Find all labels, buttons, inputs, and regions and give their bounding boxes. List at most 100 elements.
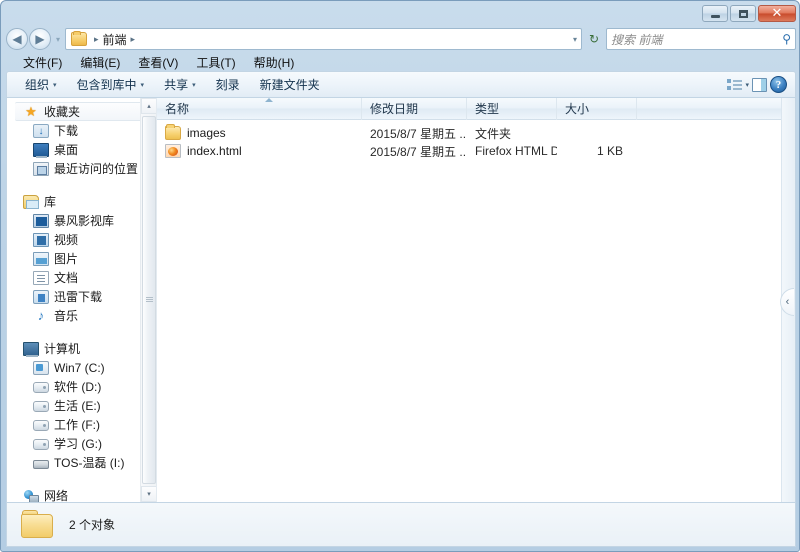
address-dropdown-icon[interactable]: ▾ xyxy=(573,35,577,44)
folder-icon xyxy=(165,124,181,140)
breadcrumb-separator-icon[interactable]: ▸ xyxy=(127,34,140,45)
file-rows: images 2015/8/7 星期五 ... 文件夹 index.html 2… xyxy=(157,120,795,160)
forward-icon: ▶ xyxy=(35,32,45,46)
sidebar-item-drive-f[interactable]: 工作 (F:) xyxy=(7,415,156,434)
sidebar-item-label: 桌面 xyxy=(54,143,79,157)
sidebar-item-label: 暴风影视库 xyxy=(54,214,115,228)
sidebar-item-thunder-download[interactable]: 迅雷下载 xyxy=(7,287,156,306)
sidebar-item-network[interactable]: 网络 xyxy=(7,486,156,502)
column-header-row: 名称 修改日期 类型 大小 xyxy=(157,98,795,120)
column-header-size[interactable]: 大小 xyxy=(557,98,637,120)
menu-item-tools[interactable]: 工具(T) xyxy=(187,53,244,72)
sidebar-item-favorites[interactable]: 收藏夹 xyxy=(15,102,154,121)
breadcrumb-separator-icon: ▸ xyxy=(94,33,99,44)
folder-icon xyxy=(21,509,57,540)
star-icon xyxy=(23,105,39,119)
folder-icon xyxy=(71,31,87,46)
sidebar-item-recent-places[interactable]: 最近访问的位置 xyxy=(7,159,156,178)
table-row[interactable]: images 2015/8/7 星期五 ... 文件夹 xyxy=(157,124,795,142)
chevron-down-icon: ▾ xyxy=(140,81,145,89)
sidebar-item-drive-e[interactable]: 生活 (E:) xyxy=(7,396,156,415)
navigation-scrollbar[interactable]: ▴ ▾ xyxy=(140,98,156,502)
thunder-download-icon xyxy=(33,289,49,304)
maximize-icon xyxy=(738,9,748,18)
navigation-list: 收藏夹 下载 桌面 最近访问的位置 xyxy=(7,98,156,502)
toolbar-burn-button[interactable]: 刻录 xyxy=(206,74,250,95)
column-header-type[interactable]: 类型 xyxy=(467,98,557,120)
sidebar-item-label: 网络 xyxy=(44,489,69,502)
help-icon[interactable]: ? xyxy=(770,76,787,93)
sidebar-item-drive-g[interactable]: 学习 (G:) xyxy=(7,434,156,453)
file-size-cell: 1 KB xyxy=(596,144,623,158)
column-header-label: 类型 xyxy=(475,102,500,116)
sidebar-item-drive-i[interactable]: TOS-温磊 (I:) xyxy=(7,453,156,472)
chevron-up-icon: ▴ xyxy=(147,103,151,110)
toolbar-organize-button[interactable]: 组织 ▾ xyxy=(15,74,67,95)
toolbar-include-in-library-button[interactable]: 包含到库中 ▾ xyxy=(67,74,155,95)
breadcrumb-current-folder[interactable]: 前端 xyxy=(103,31,127,48)
sidebar-item-drive-d[interactable]: 软件 (D:) xyxy=(7,377,156,396)
forward-button[interactable]: ▶ xyxy=(29,28,51,50)
sidebar-item-drive-c[interactable]: Win7 (C:) xyxy=(7,358,156,377)
toolbar-share-button[interactable]: 共享 ▾ xyxy=(154,74,206,95)
sidebar-item-desktop[interactable]: 桌面 xyxy=(7,140,156,159)
firefox-html-icon xyxy=(165,144,181,158)
document-icon xyxy=(33,270,49,285)
history-dropdown-button[interactable]: ▾ xyxy=(51,35,65,44)
sidebar-item-label: 音乐 xyxy=(54,309,79,323)
toolbar-new-folder-button[interactable]: 新建文件夹 xyxy=(250,74,330,95)
computer-icon xyxy=(23,341,39,357)
menu-item-help[interactable]: 帮助(H) xyxy=(245,53,304,72)
toolbar-include-in-library-label: 包含到库中 xyxy=(76,78,137,92)
column-header-name[interactable]: 名称 xyxy=(157,98,362,120)
sidebar-item-label: 图片 xyxy=(54,252,79,266)
preview-pane-icon[interactable] xyxy=(752,77,767,92)
movie-library-icon xyxy=(33,213,49,228)
menu-item-file[interactable]: 文件(F) xyxy=(14,53,71,72)
recent-places-icon xyxy=(33,161,49,176)
file-date-cell: 2015/8/7 星期五 ... xyxy=(370,126,467,141)
refresh-button[interactable]: ↻ xyxy=(584,28,604,50)
sidebar-item-music[interactable]: 音乐 xyxy=(7,306,156,325)
explorer-window: ✕ ◀ ▶ ▾ ▸ 前端 ▸ ▾ ↻ 搜索 前端 ⚲ 文件(F) 编辑(E) 查… xyxy=(0,0,800,552)
sidebar-item-documents[interactable]: 文档 xyxy=(7,268,156,287)
scrollbar-thumb[interactable] xyxy=(142,116,156,484)
back-button[interactable]: ◀ xyxy=(6,28,28,50)
address-breadcrumb-bar[interactable]: ▸ 前端 ▸ ▾ xyxy=(65,28,582,50)
navigation-pane: 收藏夹 下载 桌面 最近访问的位置 xyxy=(7,98,157,502)
nav-group-libraries: 库 暴风影视库 视频 图片 文档 迅雷下载 ♪ 音乐 xyxy=(7,192,156,325)
file-name-cell[interactable]: index.html xyxy=(157,142,362,160)
sidebar-item-label: 学习 (G:) xyxy=(54,437,102,451)
sidebar-item-videos[interactable]: 视频 xyxy=(7,230,156,249)
sidebar-item-baofeng-library[interactable]: 暴风影视库 xyxy=(7,211,156,230)
close-button[interactable]: ✕ xyxy=(758,5,796,22)
chevron-down-icon: ▾ xyxy=(53,81,57,89)
maximize-button[interactable] xyxy=(730,5,756,22)
search-input[interactable]: 搜索 前端 ⚲ xyxy=(606,28,796,50)
chevron-down-icon[interactable]: ▾ xyxy=(745,81,749,89)
toolbar-right-group: ▾ ? xyxy=(727,76,795,93)
scroll-up-button[interactable]: ▴ xyxy=(141,98,156,114)
scroll-down-button[interactable]: ▾ xyxy=(141,486,156,502)
file-list-pane: 名称 修改日期 类型 大小 images 2015/8/7 星期五 ... 文件… xyxy=(157,98,795,502)
sidebar-item-label: 收藏夹 xyxy=(44,105,81,119)
minimize-button[interactable] xyxy=(702,5,728,22)
sidebar-item-downloads[interactable]: 下载 xyxy=(7,121,156,140)
file-name-cell[interactable]: images xyxy=(157,124,362,142)
menu-item-view[interactable]: 查看(V) xyxy=(129,53,187,72)
sidebar-item-label: Win7 (C:) xyxy=(54,360,105,375)
sidebar-item-label: 文档 xyxy=(54,271,79,285)
menu-item-edit[interactable]: 编辑(E) xyxy=(71,53,129,72)
sidebar-item-computer[interactable]: 计算机 xyxy=(7,339,156,358)
sidebar-item-pictures[interactable]: 图片 xyxy=(7,249,156,268)
sidebar-item-label: 库 xyxy=(44,195,57,209)
sidebar-item-libraries[interactable]: 库 xyxy=(7,192,156,211)
sidebar-item-label: 下载 xyxy=(54,124,79,138)
column-header-date-modified[interactable]: 修改日期 xyxy=(362,98,467,120)
view-options-icon[interactable] xyxy=(727,78,743,92)
command-toolbar: 组织 ▾ 包含到库中 ▾ 共享 ▾ 刻录 新建文件夹 ▾ ? xyxy=(6,71,796,97)
table-row[interactable]: index.html 2015/8/7 星期五 ... Firefox HTML… xyxy=(157,142,795,160)
